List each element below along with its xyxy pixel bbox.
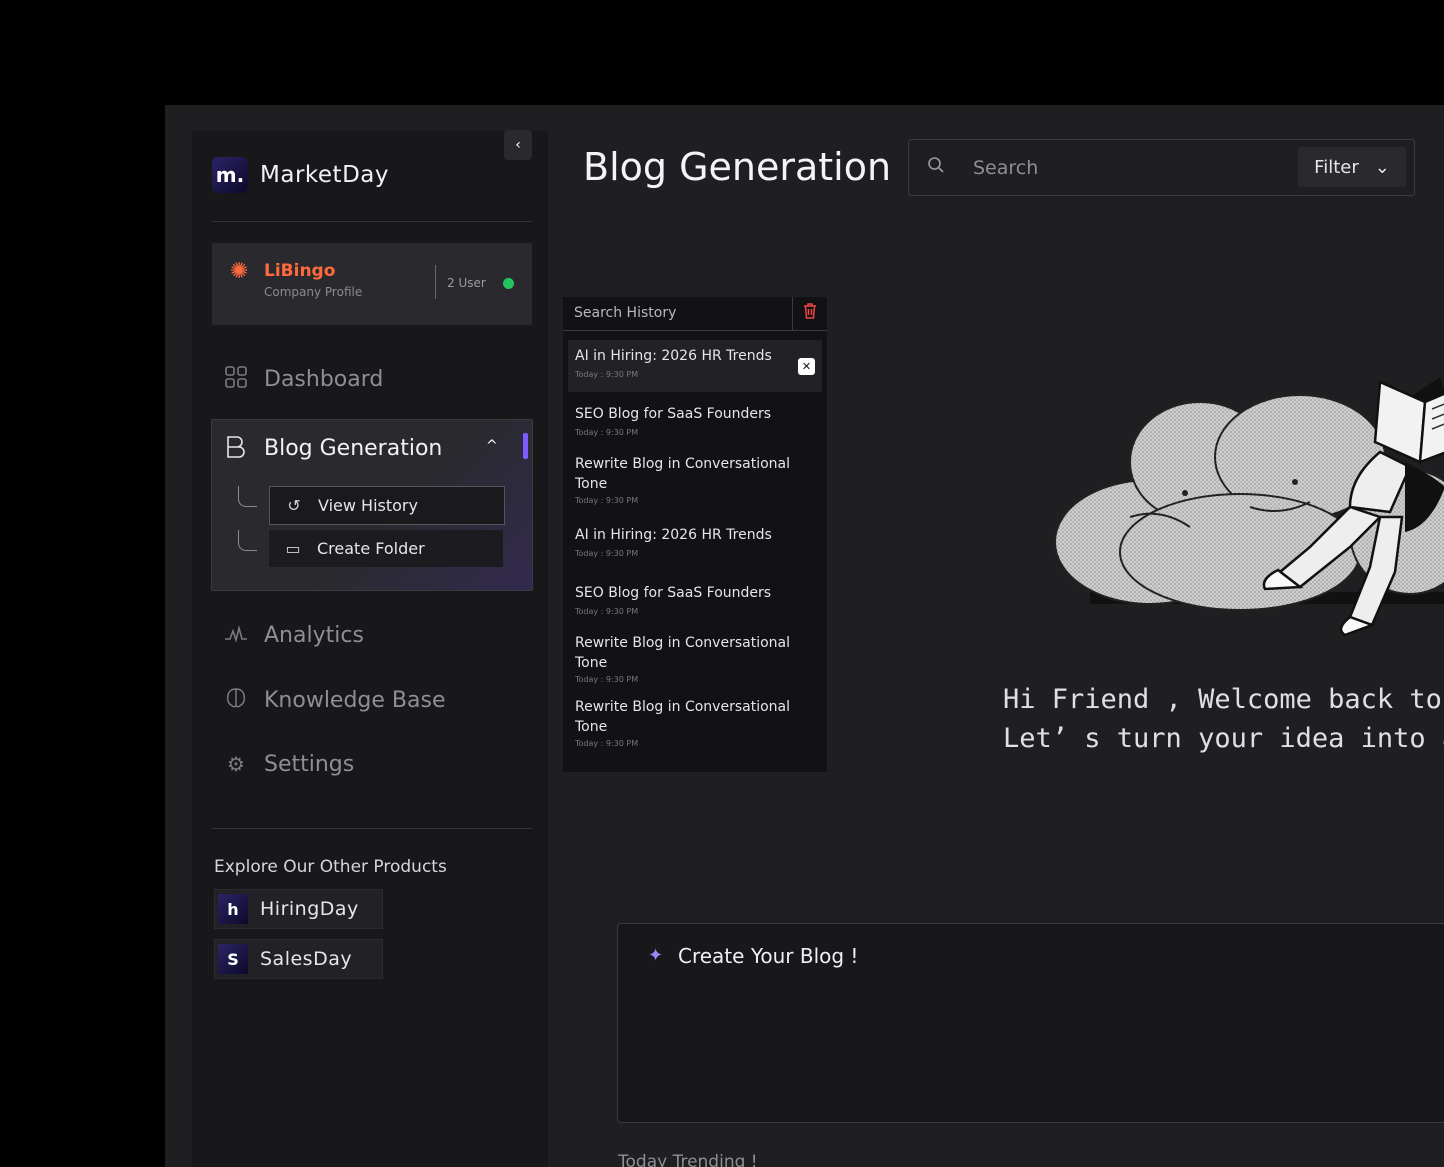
create-folder-button[interactable]: ▭ Create Folder [269, 530, 503, 567]
history-item-time: Today : 9:30 PM [575, 549, 639, 558]
history-icon: ↺ [287, 496, 301, 515]
product-salesday[interactable]: S SalesDay [214, 939, 383, 979]
history-item-title: SEO Blog for SaaS Founders [575, 585, 772, 601]
brain-outline-icon [212, 687, 260, 714]
history-item-title: Rewrite Blog in Conversational Tone [575, 456, 790, 492]
close-icon[interactable]: ✕ [798, 358, 815, 375]
sidebar-divider [212, 221, 532, 222]
filter-label: Filter [1314, 156, 1359, 178]
today-trending-heading: Today Trending ! [618, 1152, 758, 1167]
search-bar: Filter ⌄ [908, 139, 1415, 196]
analytics-icon [212, 623, 260, 647]
header-separator [792, 297, 793, 330]
blog-icon [212, 434, 260, 463]
app-window: m. MarketDay ✺ LiBingo Company Profile 2… [165, 105, 1444, 1167]
brand-name: MarketDay [260, 162, 389, 188]
sidebar-label-settings: Settings [264, 751, 355, 777]
trash-icon[interactable] [803, 303, 817, 323]
brand[interactable]: m. MarketDay [212, 157, 389, 193]
product-name: HiringDay [260, 898, 359, 920]
gear-icon: ⚙ [227, 752, 245, 776]
create-blog-input[interactable]: ✦ Create Your Blog ! [617, 923, 1444, 1123]
company-subtitle: Company Profile [264, 285, 363, 299]
history-item[interactable]: AI in Hiring: 2026 HR Trends Today : 9:3… [568, 520, 822, 564]
collapse-sidebar-button[interactable]: ‹ [504, 130, 532, 160]
page-title: Blog Generation [583, 145, 892, 189]
company-profile-card[interactable]: ✺ LiBingo Company Profile 2 User [212, 243, 532, 325]
history-item[interactable]: Rewrite Blog in Conversational Tone Toda… [568, 454, 822, 514]
search-input[interactable] [971, 152, 1295, 184]
tree-connector [238, 486, 257, 507]
history-item-time: Today : 9:30 PM [575, 428, 639, 437]
sparkle-icon: ✦ [648, 945, 664, 966]
history-item-time: Today : 9:30 PM [575, 496, 639, 505]
tree-connector [238, 530, 257, 551]
search-history-title: Search History [574, 305, 677, 321]
welcome-line-1: Hi Friend , Welcome back to Mar [1003, 684, 1444, 715]
history-item[interactable]: SEO Blog for SaaS Founders Today : 9:30 … [568, 578, 822, 622]
welcome-line-2: Let’ s turn your idea into a hi [1003, 723, 1444, 754]
view-history-button[interactable]: ↺ View History [269, 486, 505, 525]
sidebar: m. MarketDay ✺ LiBingo Company Profile 2… [192, 131, 548, 1167]
history-item[interactable]: AI in Hiring: 2026 HR Trends Today : 9:3… [568, 340, 822, 392]
sidebar-label-analytics: Analytics [264, 622, 364, 648]
sidebar-item-knowledge-base[interactable]: Knowledge Base [212, 678, 532, 722]
product-hiringday[interactable]: h HiringDay [214, 889, 383, 929]
brain-icon: ✺ [230, 259, 249, 284]
view-history-label: View History [318, 496, 418, 515]
online-status-dot [503, 278, 514, 289]
grid-icon [212, 365, 260, 393]
history-item-time: Today : 9:30 PM [575, 370, 639, 379]
company-name: LiBingo [264, 261, 336, 281]
create-folder-label: Create Folder [317, 539, 425, 558]
history-item[interactable]: SEO Blog for SaaS Founders Today : 9:30 … [568, 399, 822, 443]
folder-icon: ▭ [285, 539, 301, 558]
chevron-left-icon: ‹ [515, 137, 521, 153]
sidebar-label-knowledge-base: Knowledge Base [264, 687, 446, 713]
history-item-title: Rewrite Blog in Conversational Tone [575, 699, 790, 735]
sidebar-divider [212, 828, 532, 829]
active-indicator [523, 433, 528, 459]
search-history-panel: Search History AI in Hiring: 2026 HR Tre… [563, 297, 827, 772]
history-item-title: Rewrite Blog in Conversational Tone [575, 635, 790, 671]
create-blog-label: Create Your Blog ! [678, 944, 859, 968]
sidebar-label-dashboard: Dashboard [264, 366, 384, 392]
product-name: SalesDay [260, 948, 353, 970]
history-item[interactable]: Rewrite Blog in Conversational Tone Toda… [568, 633, 822, 693]
history-item-title: AI in Hiring: 2026 HR Trends [575, 348, 772, 364]
search-history-header: Search History [563, 297, 827, 331]
user-count: 2 User [447, 276, 486, 290]
history-item-title: SEO Blog for SaaS Founders [575, 406, 772, 422]
sidebar-item-analytics[interactable]: Analytics [212, 613, 532, 657]
history-item-time: Today : 9:30 PM [575, 739, 639, 748]
history-item-time: Today : 9:30 PM [575, 675, 639, 684]
hiringday-logo: h [218, 894, 248, 924]
welcome-message: Hi Friend , Welcome back to Mar Let’ s t… [1003, 680, 1444, 758]
history-item-title: AI in Hiring: 2026 HR Trends [575, 527, 772, 543]
sidebar-group-blog-generation: Blog Generation ^ ↺ View History ▭ Creat… [211, 419, 533, 591]
sidebar-item-dashboard[interactable]: Dashboard [212, 357, 532, 401]
filter-button[interactable]: Filter ⌄ [1298, 147, 1406, 187]
chevron-up-icon[interactable]: ^ [486, 438, 498, 454]
sidebar-label-blog-generation: Blog Generation [264, 435, 443, 461]
sidebar-item-settings[interactable]: ⚙ Settings [212, 742, 532, 786]
search-icon [927, 156, 945, 179]
reading-person-illustration [1054, 377, 1444, 637]
chevron-down-icon: ⌄ [1374, 156, 1390, 178]
history-item[interactable]: Rewrite Blog in Conversational Tone Toda… [568, 697, 822, 757]
company-separator [435, 265, 436, 299]
history-item-time: Today : 9:30 PM [575, 607, 639, 616]
salesday-logo: S [218, 944, 248, 974]
marketday-logo: m. [212, 157, 248, 193]
sidebar-item-blog-generation[interactable]: Blog Generation [212, 428, 532, 468]
explore-products-title: Explore Our Other Products [214, 857, 447, 877]
